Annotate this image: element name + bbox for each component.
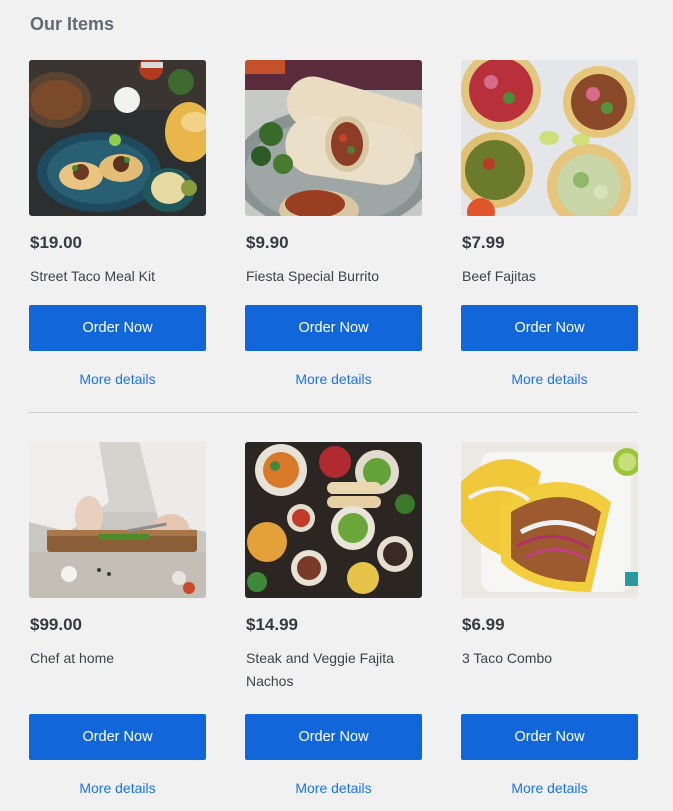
product-price: $19.00 bbox=[30, 233, 82, 252]
order-now-button[interactable]: Order Now bbox=[461, 714, 638, 760]
product-card: $99.00 Chef at home Order Now More detai… bbox=[29, 442, 206, 797]
product-card: $19.00 Street Taco Meal Kit Order Now Mo… bbox=[29, 60, 206, 388]
more-details-link[interactable]: More details bbox=[461, 779, 638, 797]
product-image[interactable] bbox=[461, 60, 638, 216]
product-image[interactable] bbox=[245, 60, 422, 216]
product-name: Chef at home bbox=[30, 650, 115, 666]
more-details-link[interactable]: More details bbox=[245, 779, 422, 797]
items-row-2: $99.00 Chef at home Order Now More detai… bbox=[29, 442, 638, 797]
items-row-1: $19.00 Street Taco Meal Kit Order Now Mo… bbox=[29, 60, 638, 388]
product-price: $7.99 bbox=[462, 233, 505, 252]
beef-fajitas-photo bbox=[461, 60, 638, 216]
product-image[interactable] bbox=[461, 442, 638, 598]
taco-meal-kit-photo bbox=[29, 60, 206, 216]
product-name: Street Taco Meal Kit bbox=[30, 268, 156, 284]
product-name: Steak and Veggie Fajita Nachos bbox=[246, 650, 394, 689]
order-now-button[interactable]: Order Now bbox=[245, 305, 422, 351]
row-divider bbox=[29, 412, 638, 413]
product-name: Beef Fajitas bbox=[462, 268, 536, 284]
more-details-link[interactable]: More details bbox=[29, 779, 206, 797]
more-details-link[interactable]: More details bbox=[29, 370, 206, 388]
order-now-button[interactable]: Order Now bbox=[461, 305, 638, 351]
chef-cutting-photo bbox=[29, 442, 206, 598]
product-price: $9.90 bbox=[246, 233, 289, 252]
product-image[interactable] bbox=[245, 442, 422, 598]
burrito-photo bbox=[245, 60, 422, 216]
product-price: $99.00 bbox=[30, 615, 82, 634]
fajita-nachos-photo bbox=[245, 442, 422, 598]
product-image[interactable] bbox=[29, 442, 206, 598]
order-now-button[interactable]: Order Now bbox=[245, 714, 422, 760]
product-name: 3 Taco Combo bbox=[462, 650, 553, 666]
order-now-button[interactable]: Order Now bbox=[29, 714, 206, 760]
product-card: $6.99 3 Taco Combo Order Now More detail… bbox=[461, 442, 638, 797]
product-name: Fiesta Special Burrito bbox=[246, 268, 380, 284]
product-card: $14.99 Steak and Veggie Fajita Nachos Or… bbox=[245, 442, 422, 797]
product-card: $7.99 Beef Fajitas Order Now More detail… bbox=[461, 60, 638, 388]
product-image[interactable] bbox=[29, 60, 206, 216]
more-details-link[interactable]: More details bbox=[461, 370, 638, 388]
more-details-link[interactable]: More details bbox=[245, 370, 422, 388]
section-title: Our Items bbox=[30, 14, 115, 34]
product-card: $9.90 Fiesta Special Burrito Order Now M… bbox=[245, 60, 422, 388]
product-price: $6.99 bbox=[462, 615, 505, 634]
order-now-button[interactable]: Order Now bbox=[29, 305, 206, 351]
taco-combo-photo bbox=[461, 442, 638, 598]
product-price: $14.99 bbox=[246, 615, 298, 634]
